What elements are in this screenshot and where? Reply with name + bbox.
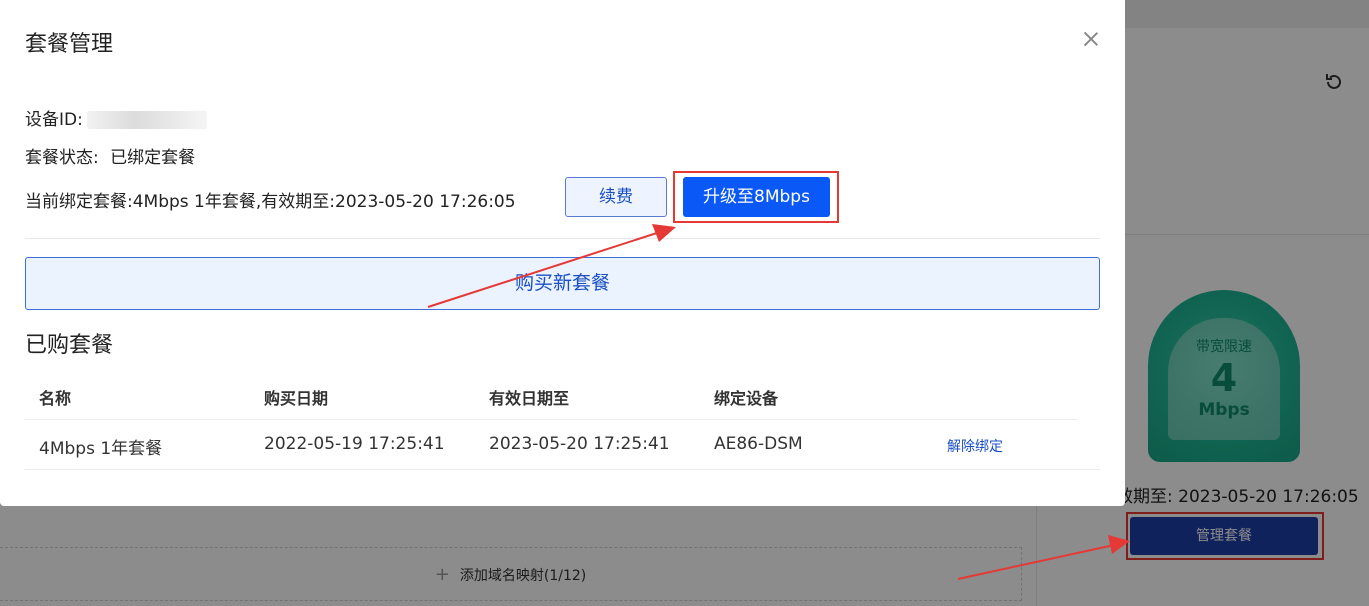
purchased-plans-title: 已购套餐 xyxy=(25,333,114,358)
cell-name: 4Mbps 1年套餐 xyxy=(39,439,163,459)
header-bound-device: 绑定设备 xyxy=(714,389,779,408)
device-id-row: 设备ID: xyxy=(25,105,207,130)
upgrade-highlight-box xyxy=(673,171,839,223)
table-row: 4Mbps 1年套餐 2022-05-19 17:25:41 2023-05-2… xyxy=(25,420,1100,470)
current-plan-label: 当前绑定套餐: xyxy=(25,192,133,212)
modal-title: 套餐管理 xyxy=(25,32,114,57)
cell-expiry: 2023-05-20 17:25:41 xyxy=(489,434,670,454)
device-id-label: 设备ID: xyxy=(25,110,83,130)
renew-button[interactable]: 续费 xyxy=(565,177,667,217)
cell-purchase-date: 2022-05-19 17:25:41 xyxy=(264,434,445,454)
buy-new-plan-button[interactable]: 购买新套餐 xyxy=(25,257,1100,310)
header-purchase-date: 购买日期 xyxy=(264,389,329,408)
unbind-link[interactable]: 解除绑定 xyxy=(947,436,1003,456)
close-icon[interactable] xyxy=(1081,29,1101,49)
modal-divider xyxy=(25,238,1100,239)
purchased-plans-table: 名称 购买日期 有效日期至 绑定设备 4Mbps 1年套餐 2022-05-19… xyxy=(25,370,1100,470)
current-plan-text: 4Mbps 1年套餐,有效期至:2023-05-20 17:26:05 xyxy=(132,192,516,212)
device-id-value-masked xyxy=(86,111,207,129)
header-name: 名称 xyxy=(39,389,72,408)
current-plan-row: 当前绑定套餐:4Mbps 1年套餐,有效期至:2023-05-20 17:26:… xyxy=(25,187,516,212)
cell-device: AE86-DSM xyxy=(714,434,803,454)
plan-management-modal: 套餐管理 设备ID: 套餐状态: 已绑定套餐 当前绑定套餐:4Mbps 1年套餐… xyxy=(0,0,1125,506)
table-header: 名称 购买日期 有效日期至 绑定设备 xyxy=(25,370,1077,420)
plan-status-value: 已绑定套餐 xyxy=(110,148,196,168)
header-expiry: 有效日期至 xyxy=(489,389,570,408)
plan-status-row: 套餐状态: 已绑定套餐 xyxy=(25,143,195,168)
plan-status-label: 套餐状态: xyxy=(25,148,99,168)
